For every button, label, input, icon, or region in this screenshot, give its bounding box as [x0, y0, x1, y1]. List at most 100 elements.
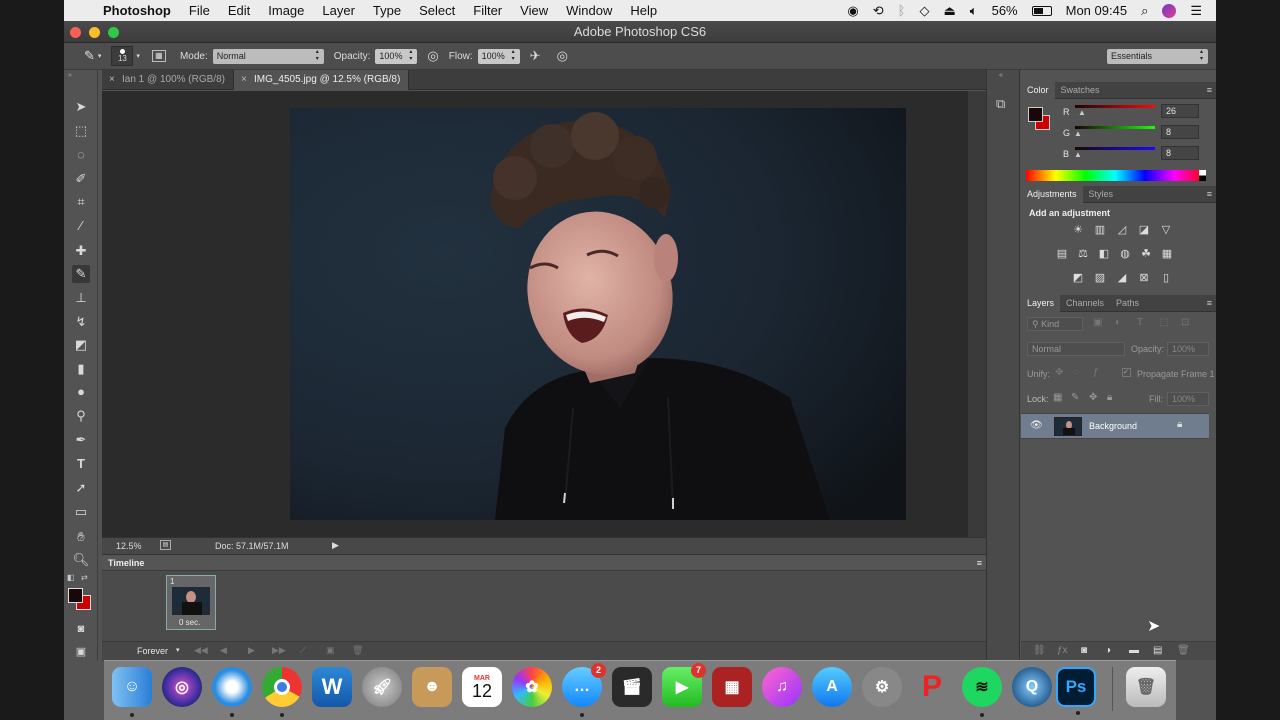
battery-icon[interactable] [1031, 5, 1052, 16]
tab-img-4505[interactable]: × IMG_4505.jpg @ 12.5% (RGB/8) [233, 70, 410, 90]
blur-tool-icon[interactable]: ● [72, 383, 90, 401]
dodge-tool-icon[interactable]: ⚲ [72, 407, 90, 425]
adjustments-panel-menu-icon[interactable]: ≡ [1207, 189, 1212, 199]
blend-mode-select[interactable]: Normal [1027, 342, 1125, 356]
color-spectrum-ramp[interactable] [1026, 170, 1204, 181]
screen-mode-icon[interactable]: ▣ [72, 643, 90, 661]
new-adjustment-layer-icon[interactable]: ◑ [1105, 645, 1111, 656]
gradient-map-icon[interactable]: ▯ [1159, 272, 1173, 284]
crop-tool-icon[interactable]: ⌗ [72, 193, 90, 211]
spotify-app-icon[interactable]: ≋ [962, 667, 1002, 717]
filter-adjustment-icon[interactable]: ◐ [1115, 317, 1121, 328]
mode-select[interactable]: Normal [212, 48, 324, 64]
eyedropper-tool-icon[interactable]: ⁄ [72, 217, 90, 235]
add-mask-icon[interactable]: ◙ [1081, 645, 1087, 656]
brush-panel-toggle-icon[interactable]: ▦ [151, 50, 166, 62]
clone-stamp-tool-icon[interactable]: ⊥ [72, 289, 90, 307]
tab-layers[interactable]: Layers [1021, 294, 1061, 312]
r-slider-thumb-icon[interactable]: ▲ [1078, 108, 1086, 117]
vibrance-icon[interactable]: ▽ [1159, 224, 1173, 236]
hue-saturation-icon[interactable]: ▤ [1055, 248, 1069, 260]
color-panel-menu-icon[interactable]: ≡ [1207, 85, 1212, 95]
color-panel-foreground-swatch[interactable] [1028, 107, 1043, 122]
move-tool-icon[interactable]: ➤ [72, 98, 90, 116]
b-slider[interactable] [1075, 147, 1155, 150]
type-tool-icon[interactable]: T [72, 455, 90, 473]
zoom-window-button[interactable] [108, 27, 119, 38]
hand-tool-icon[interactable]: ✋︎ [72, 528, 90, 546]
animation-frame[interactable]: 1 0 sec. [166, 575, 216, 630]
lock-transparent-icon[interactable]: ▦ [1053, 392, 1062, 403]
g-value-field[interactable]: 8 [1161, 125, 1199, 139]
fill-field[interactable]: 100% [1167, 392, 1209, 406]
system-preferences-app-icon[interactable]: ⚙ [862, 667, 902, 707]
word-app-icon[interactable]: W [312, 667, 352, 707]
unify-style-icon[interactable]: ƒ [1093, 367, 1099, 378]
menu-edit[interactable]: Edit [219, 0, 259, 21]
history-brush-tool-icon[interactable]: ↯ [72, 313, 90, 331]
tab-adjustments[interactable]: Adjustments [1021, 185, 1083, 203]
filter-shape-icon[interactable]: ⬚ [1159, 317, 1168, 328]
r-slider[interactable] [1075, 105, 1155, 108]
default-colors-icon[interactable]: ◧ [67, 573, 75, 582]
siri-app-icon[interactable]: ◎ [162, 667, 202, 707]
quick-mask-icon[interactable]: ◙ [72, 620, 90, 638]
filter-pixel-icon[interactable]: ▣ [1093, 317, 1102, 328]
lasso-tool-icon[interactable]: ◌ [72, 146, 90, 164]
zoom-tool-icon[interactable]: 🔍︎ [72, 551, 90, 569]
volume-icon[interactable]: 🔈︎ [970, 4, 978, 17]
chrome-app-icon[interactable] [262, 667, 302, 717]
safari-app-icon[interactable]: ✦ [212, 667, 252, 717]
photoshop-app-icon[interactable]: Ps [1056, 667, 1096, 715]
photo-filter-icon[interactable]: ◍ [1118, 248, 1132, 260]
link-layers-icon[interactable]: ⛓︎ [1033, 645, 1046, 656]
tween-icon[interactable]: ⟋ [300, 645, 306, 656]
filter-kind-select[interactable]: ⚲ Kind [1027, 317, 1083, 331]
frame-delay[interactable]: 0 sec. [179, 618, 200, 627]
r-value-field[interactable]: 26 [1161, 104, 1199, 118]
black-white-ramp[interactable] [1199, 170, 1206, 181]
duplicate-frame-icon[interactable]: ▣ [326, 645, 335, 656]
tab-swatches[interactable]: Swatches [1055, 82, 1106, 99]
final-cut-app-icon[interactable]: 🎬︎ [612, 667, 652, 707]
battery-percent[interactable]: 56% [992, 3, 1018, 18]
pressure-size-icon[interactable]: ◎ [557, 48, 568, 64]
document-image[interactable] [290, 108, 906, 520]
brightness-contrast-icon[interactable]: ☀ [1071, 224, 1085, 236]
g-slider-thumb-icon[interactable]: ▲ [1074, 129, 1082, 138]
close-tab-icon[interactable]: × [241, 70, 247, 90]
propagate-checkbox[interactable]: ✓ [1122, 368, 1131, 377]
play-icon[interactable]: ▶ [248, 645, 255, 656]
bluetooth-icon[interactable]: ᛒ [898, 4, 906, 17]
menu-file[interactable]: File [180, 0, 219, 21]
brush-tool-preset-icon[interactable]: ✎ [84, 48, 95, 64]
menu-filter[interactable]: Filter [464, 0, 511, 21]
b-slider-thumb-icon[interactable]: ▲ [1074, 150, 1082, 159]
loop-options[interactable]: Forever [137, 646, 168, 656]
history-panel-icon[interactable]: ⧉ [996, 96, 1005, 112]
expand-panels-icon[interactable]: « [999, 72, 1003, 79]
flow-field[interactable]: 100% [477, 48, 520, 64]
black-white-icon[interactable]: ◧ [1097, 248, 1111, 260]
photo-booth-app-icon[interactable]: ▦ [712, 667, 752, 707]
delete-frame-icon[interactable]: 🗑︎ [352, 645, 363, 656]
close-window-button[interactable] [70, 27, 81, 38]
pen-tool-icon[interactable]: ✒ [72, 431, 90, 449]
siri-icon[interactable] [1162, 3, 1177, 18]
next-frame-icon[interactable]: ▶▶ [272, 645, 286, 656]
brush-size-picker[interactable]: 13 [111, 46, 134, 66]
menu-select[interactable]: Select [410, 0, 464, 21]
notification-center-icon[interactable]: ☰ [1190, 4, 1202, 17]
airbrush-icon[interactable]: ✈︎ [530, 48, 541, 64]
launchpad-app-icon[interactable]: 🚀︎ [362, 667, 402, 707]
itunes-app-icon[interactable]: ♫ [762, 667, 802, 707]
channel-mixer-icon[interactable]: ☘ [1139, 248, 1153, 260]
eject-icon[interactable]: ⏏ [943, 4, 955, 17]
pressure-opacity-icon[interactable]: ◎ [427, 48, 438, 64]
brush-picker-arrow-icon[interactable]: ▾ [136, 52, 140, 60]
finder-app-icon[interactable]: ☺ [112, 667, 152, 717]
app-store-app-icon[interactable]: A [812, 667, 852, 707]
menu-layer[interactable]: Layer [313, 0, 364, 21]
posterize-icon[interactable]: ▨ [1093, 272, 1107, 284]
g-slider[interactable] [1075, 126, 1155, 129]
